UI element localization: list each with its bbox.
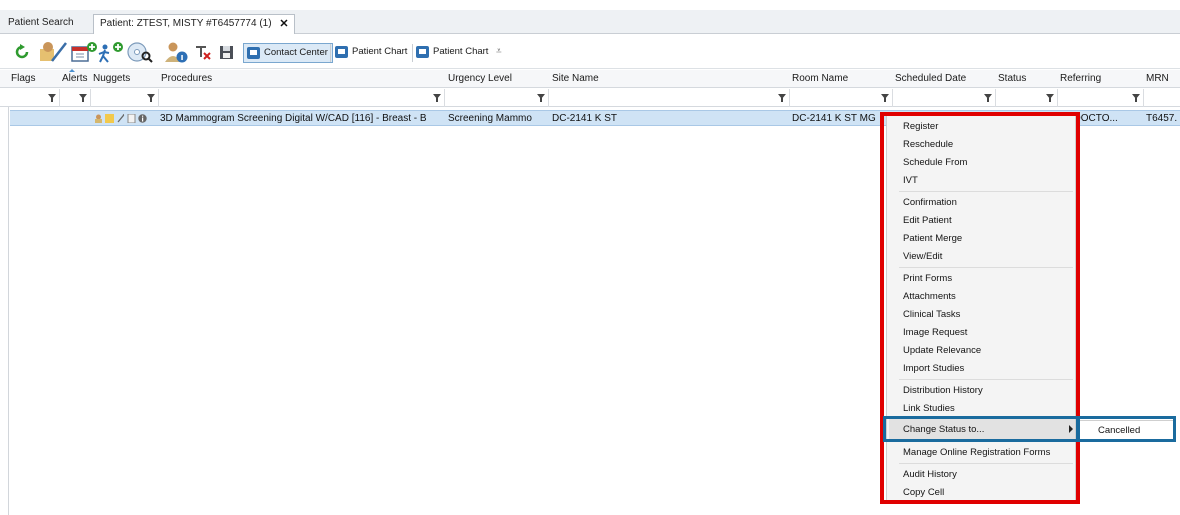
filter-procedures[interactable] <box>159 89 445 107</box>
cell-site-name: DC-2141 K ST <box>552 113 618 124</box>
filter-room-name[interactable] <box>790 89 893 107</box>
patient-info-icon[interactable] <box>162 41 190 63</box>
tab-patient[interactable]: Patient: ZTEST, MISTY #T6457774 (1) ✕ <box>93 14 295 34</box>
patient-chart-button-2[interactable]: Patient Chart <box>413 43 492 63</box>
contact-center-icon <box>247 47 260 59</box>
patient-nugget-icon <box>95 114 102 123</box>
column-scheduled-date[interactable]: Scheduled Date <box>895 73 966 84</box>
filter-alerts[interactable] <box>60 89 91 107</box>
column-procedures[interactable]: Procedures <box>161 73 212 84</box>
filter-mrn[interactable] <box>1144 89 1180 107</box>
column-nuggets[interactable]: Nuggets <box>93 73 130 84</box>
cell-room-name: DC-2141 K ST MG <box>792 113 876 124</box>
document-icon <box>127 114 136 123</box>
filter-referring[interactable] <box>1058 89 1144 107</box>
sort-indicator-icon <box>69 69 75 72</box>
column-alerts[interactable]: Alerts <box>62 73 88 84</box>
note-nugget-icon <box>105 114 114 123</box>
toolbar-divider <box>330 44 331 62</box>
clear-filter-icon[interactable] <box>194 41 212 63</box>
add-appointment-icon[interactable] <box>70 41 98 63</box>
column-urgency-level[interactable]: Urgency Level <box>448 73 512 84</box>
filter-icon <box>48 94 56 102</box>
column-status[interactable]: Status <box>998 73 1026 84</box>
annotation-blue-frame-change-status <box>883 416 1079 442</box>
attachment-icon <box>117 114 125 123</box>
cell-urgency-level: Screening Mammo <box>448 113 532 124</box>
filter-icon <box>1132 94 1140 102</box>
filter-icon <box>537 94 545 102</box>
grid-header: Flags Alerts Nuggets Procedures Urgency … <box>0 69 1180 88</box>
column-flags[interactable]: Flags <box>11 73 35 84</box>
filter-urgency-level[interactable] <box>445 89 549 107</box>
toolbar-overflow-icon[interactable]: ⩡ <box>496 46 502 57</box>
filter-site-name[interactable] <box>549 89 790 107</box>
contact-center-button[interactable]: Contact Center <box>243 43 333 63</box>
tab-patient-search[interactable]: Patient Search <box>2 14 80 34</box>
filter-icon <box>147 94 155 102</box>
filter-nuggets[interactable] <box>91 89 159 107</box>
filter-icon <box>881 94 889 102</box>
column-mrn[interactable]: MRN <box>1146 73 1169 84</box>
tab-strip: Patient Search Patient: ZTEST, MISTY #T6… <box>0 10 1180 34</box>
filter-row <box>0 89 1180 107</box>
add-walk-in-icon[interactable] <box>96 41 124 63</box>
save-icon[interactable] <box>218 41 236 63</box>
cell-procedure: 3D Mammogram Screening Digital W/CAD [11… <box>160 113 427 124</box>
filter-icon <box>984 94 992 102</box>
tab-patient-label: Patient: ZTEST, MISTY #T6457774 (1) <box>100 18 272 29</box>
filter-scheduled-date[interactable] <box>893 89 996 107</box>
filter-status[interactable] <box>996 89 1058 107</box>
column-room-name[interactable]: Room Name <box>792 73 848 84</box>
filter-icon <box>1046 94 1054 102</box>
toolbar: Contact Center Patient Chart Patient Cha… <box>0 35 1180 69</box>
patient-chart-button[interactable]: Patient Chart <box>332 43 411 63</box>
refresh-icon[interactable] <box>14 41 30 63</box>
patient-chart-icon <box>416 46 429 58</box>
order-entry-icon[interactable] <box>38 41 68 63</box>
column-referring[interactable]: Referring <box>1060 73 1101 84</box>
patient-chart-icon <box>335 46 348 58</box>
close-icon[interactable]: ✕ <box>279 15 288 33</box>
annotation-blue-frame-cancelled <box>1077 416 1176 442</box>
cell-mrn: T6457. <box>1146 113 1178 124</box>
filter-icon <box>433 94 441 102</box>
disc-search-icon[interactable] <box>126 41 154 63</box>
filter-icon <box>79 94 87 102</box>
filter-flags[interactable] <box>0 89 60 107</box>
grid-left-border <box>8 107 9 515</box>
column-site-name[interactable]: Site Name <box>552 73 599 84</box>
annotation-red-frame <box>880 112 1080 504</box>
filter-icon <box>778 94 786 102</box>
info-icon <box>138 114 147 123</box>
